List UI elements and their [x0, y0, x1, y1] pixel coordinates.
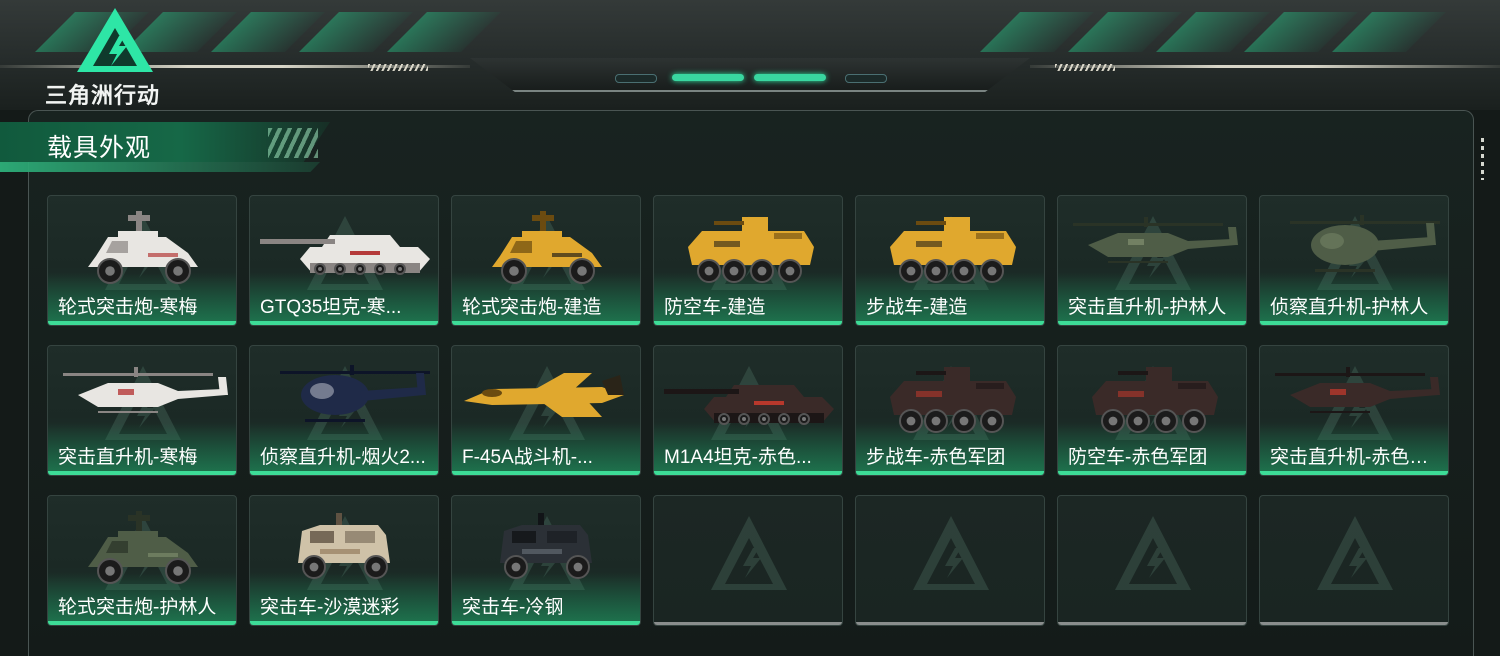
- delta-watermark-icon: [913, 516, 989, 590]
- mrap-image: [500, 513, 592, 579]
- vehicle-skin-card[interactable]: 侦察直升机-护林人: [1259, 195, 1449, 326]
- vehicle-skin-card[interactable]: 步战车-赤色军团: [855, 345, 1045, 476]
- attack-heli-image: [1073, 217, 1238, 263]
- vehicle-skin-name: 侦察直升机-烟火2...: [260, 447, 426, 468]
- vehicle-skin-card[interactable]: 侦察直升机-烟火2...: [249, 345, 439, 476]
- vehicle-skin-card[interactable]: 防空车-建造: [653, 195, 843, 326]
- header-hatch-left: [368, 64, 428, 71]
- empty-skin-slot[interactable]: [1259, 495, 1449, 626]
- vehicle-skin-name: 步战车-赤色军团: [866, 447, 1006, 468]
- game-title-text: 三角洲行动: [45, 83, 161, 108]
- vehicle-skin-name: GTQ35坦克-寒...: [260, 297, 402, 318]
- vehicle-skin-name: 防空车-建造: [664, 297, 766, 318]
- tank-image: [664, 385, 834, 425]
- slot-underline: [1260, 622, 1448, 625]
- section-title: 载具外观: [47, 134, 152, 162]
- delta-watermark-icon: [1115, 516, 1191, 590]
- header-center-ornament: [470, 58, 1030, 92]
- delta-watermark-icon: [1317, 516, 1393, 590]
- card-accent-bar: [1058, 471, 1246, 475]
- attack-heli-image: [1275, 367, 1440, 413]
- delta-watermark-icon: [711, 516, 787, 590]
- card-accent-bar: [654, 321, 842, 325]
- vehicle-skin-name: 突击车-沙漠迷彩: [260, 597, 400, 618]
- indicator-pill-active: [754, 74, 826, 81]
- vehicle-skin-name: 侦察直升机-护林人: [1270, 297, 1429, 318]
- vehicle-skin-card[interactable]: F-45A战斗机-...: [451, 345, 641, 476]
- vehicle-skin-name: F-45A战斗机-...: [462, 447, 593, 468]
- card-accent-bar: [856, 471, 1044, 475]
- scout-heli-image: [280, 365, 430, 422]
- card-accent-bar: [250, 471, 438, 475]
- slot-underline: [654, 622, 842, 625]
- vehicle-skin-name: 轮式突击炮-护林人: [58, 597, 217, 618]
- vehicle-skin-card[interactable]: 步战车-建造: [855, 195, 1045, 326]
- apc-image: [1092, 367, 1218, 433]
- vehicle-skin-card[interactable]: 防空车-赤色军团: [1057, 345, 1247, 476]
- card-accent-bar: [452, 621, 640, 625]
- mrap-image: [298, 513, 390, 579]
- vehicle-skin-name: 突击车-冷钢: [462, 597, 564, 618]
- attack-heli-image: [63, 367, 228, 413]
- vehicle-skin-name: M1A4坦克-赤色...: [664, 447, 812, 468]
- vehicle-skin-grid: 轮式突击炮-寒梅 GTQ35坦克-寒... 轮式突击炮-建造 防空车-建造 步战…: [47, 195, 1449, 626]
- armored-car-image: [88, 211, 198, 284]
- delta-logo-icon: [77, 8, 153, 72]
- card-accent-bar: [48, 471, 236, 475]
- vehicle-skin-name: 突击直升机-赤色军...: [1270, 447, 1442, 468]
- vehicle-skin-card[interactable]: 突击车-冷钢: [451, 495, 641, 626]
- armored-car-image: [492, 211, 602, 284]
- vehicle-skin-name: 轮式突击炮-建造: [462, 297, 602, 318]
- title-slash-decoration: [268, 128, 318, 158]
- vehicle-skin-name: 轮式突击炮-寒梅: [58, 297, 198, 318]
- panel-edge-dots: [1481, 138, 1484, 180]
- indicator-pill: [845, 74, 887, 83]
- vehicle-skin-name: 步战车-建造: [866, 297, 968, 318]
- empty-skin-slot[interactable]: [653, 495, 843, 626]
- card-accent-bar: [250, 621, 438, 625]
- indicator-pill-active: [672, 74, 744, 81]
- vehicle-skin-card[interactable]: 轮式突击炮-护林人: [47, 495, 237, 626]
- slot-underline: [1058, 622, 1246, 625]
- vehicle-skin-card[interactable]: 突击车-沙漠迷彩: [249, 495, 439, 626]
- tank-image: [260, 235, 430, 275]
- apc-image: [890, 367, 1016, 433]
- card-accent-bar: [654, 471, 842, 475]
- card-accent-bar: [250, 321, 438, 325]
- card-accent-bar: [48, 621, 236, 625]
- empty-skin-slot[interactable]: [1057, 495, 1247, 626]
- apc-image: [890, 217, 1016, 283]
- scout-heli-image: [1290, 215, 1440, 272]
- vehicle-skin-card[interactable]: M1A4坦克-赤色...: [653, 345, 843, 476]
- vehicle-skin-card[interactable]: 轮式突击炮-寒梅: [47, 195, 237, 326]
- card-accent-bar: [48, 321, 236, 325]
- indicator-pill: [615, 74, 657, 83]
- vehicle-skin-card[interactable]: GTQ35坦克-寒...: [249, 195, 439, 326]
- vehicle-skin-card[interactable]: 轮式突击炮-建造: [451, 195, 641, 326]
- header-stripes-right: [980, 12, 1446, 52]
- vehicle-skin-name: 防空车-赤色军团: [1068, 447, 1208, 468]
- header-hatch-right: [1055, 64, 1115, 71]
- apc-image: [688, 217, 814, 283]
- card-accent-bar: [1058, 321, 1246, 325]
- top-header-bar: [0, 0, 1500, 110]
- vehicle-skin-card[interactable]: 突击直升机-护林人: [1057, 195, 1247, 326]
- vehicle-skin-card[interactable]: 突击直升机-寒梅: [47, 345, 237, 476]
- game-logo: 三角洲行动: [45, 6, 185, 108]
- vehicle-skin-name: 突击直升机-护林人: [1068, 297, 1227, 318]
- card-accent-bar: [1260, 321, 1448, 325]
- jet-image: [464, 373, 624, 417]
- card-accent-bar: [452, 471, 640, 475]
- vehicle-skin-name: 突击直升机-寒梅: [58, 447, 198, 468]
- card-accent-bar: [452, 321, 640, 325]
- card-accent-bar: [1260, 471, 1448, 475]
- card-accent-bar: [856, 321, 1044, 325]
- empty-skin-slot[interactable]: [855, 495, 1045, 626]
- armored-car-image: [88, 511, 198, 584]
- vehicle-skin-card[interactable]: 突击直升机-赤色军...: [1259, 345, 1449, 476]
- slot-underline: [856, 622, 1044, 625]
